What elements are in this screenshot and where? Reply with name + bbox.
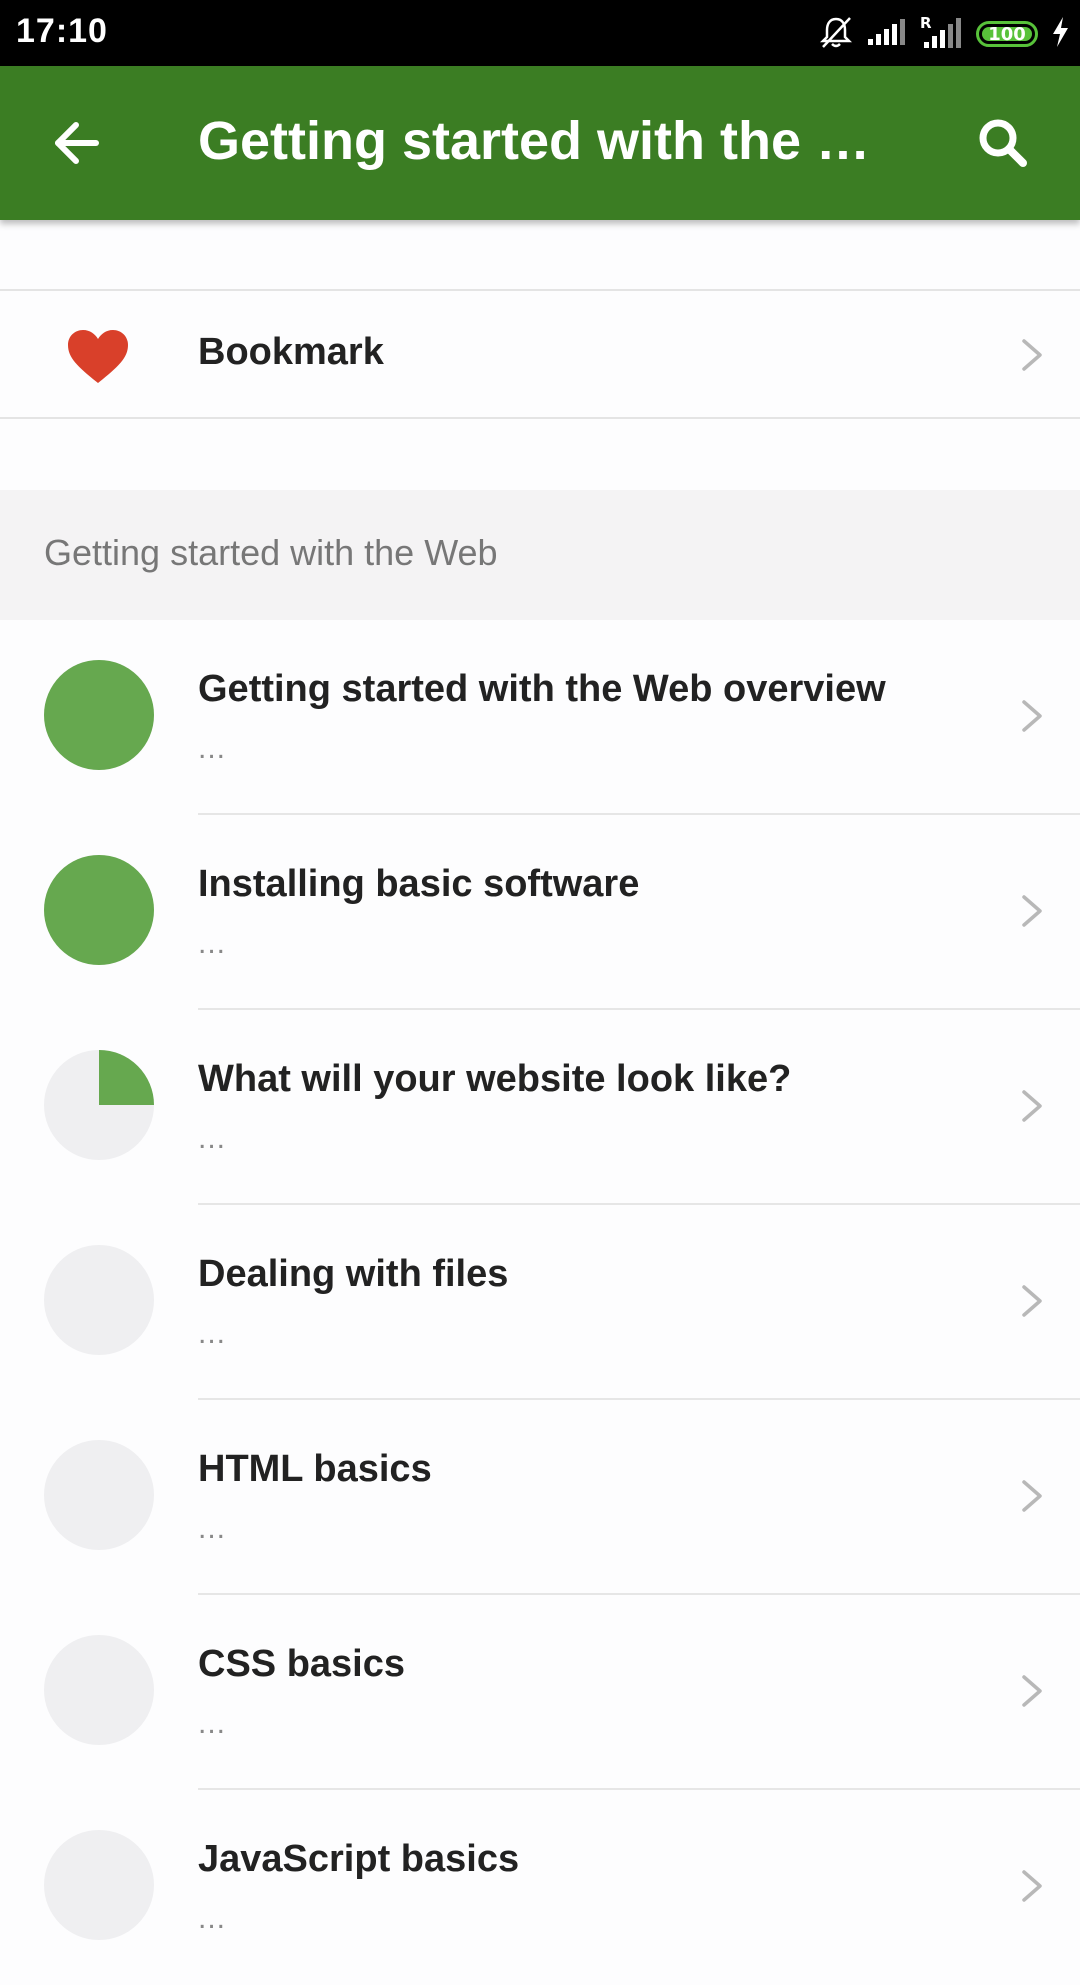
lesson-title: Dealing with files bbox=[198, 1253, 509, 1295]
lesson-title: HTML basics bbox=[198, 1448, 432, 1490]
lesson-subtitle: ... bbox=[198, 1902, 227, 1935]
lesson-item[interactable]: JavaScript basics ... bbox=[0, 1790, 1080, 1985]
page-title: Getting started with the Web bbox=[198, 111, 878, 171]
lesson-subtitle: ... bbox=[198, 732, 227, 765]
lesson-item[interactable]: Getting started with the Web overview ..… bbox=[0, 620, 1080, 815]
chevron-right-icon bbox=[1022, 339, 1042, 371]
chevron-right-icon bbox=[1022, 1480, 1042, 1512]
status-time: 17:10 bbox=[16, 12, 108, 50]
progress-circle bbox=[44, 855, 154, 965]
bookmark-row[interactable]: Bookmark bbox=[0, 289, 1080, 419]
progress-track bbox=[44, 1440, 154, 1550]
svg-text:R: R bbox=[920, 14, 932, 32]
app-bar: Getting started with the Web bbox=[0, 66, 1080, 220]
lesson-title: Installing basic software bbox=[198, 863, 640, 905]
lesson-subtitle: ... bbox=[198, 1707, 227, 1740]
progress-circle bbox=[44, 1440, 154, 1550]
progress-circle bbox=[44, 1245, 154, 1355]
progress-track bbox=[44, 1830, 154, 1940]
chevron-right-icon bbox=[1022, 700, 1042, 732]
progress-circle bbox=[44, 660, 154, 770]
lesson-item[interactable]: CSS basics ... bbox=[0, 1595, 1080, 1790]
back-button[interactable] bbox=[40, 106, 114, 180]
charging-icon bbox=[1050, 16, 1070, 53]
section-header: Getting started with the Web bbox=[0, 490, 1080, 620]
chevron-right-icon bbox=[1022, 1870, 1042, 1902]
bell-muted-icon bbox=[818, 14, 854, 55]
progress-track bbox=[44, 1635, 154, 1745]
lesson-title: What will your website look like? bbox=[198, 1058, 792, 1100]
signal-icon bbox=[866, 17, 908, 52]
progress-circle bbox=[44, 1635, 154, 1745]
chevron-right-icon bbox=[1022, 895, 1042, 927]
chevron-right-icon bbox=[1022, 1285, 1042, 1317]
chevron-right-icon bbox=[1022, 1090, 1042, 1122]
lesson-title: Getting started with the Web overview bbox=[198, 668, 886, 710]
lesson-item[interactable]: What will your website look like? ... bbox=[0, 1010, 1080, 1205]
search-button[interactable] bbox=[966, 106, 1040, 180]
bookmark-label: Bookmark bbox=[198, 331, 384, 373]
battery-level: 100 bbox=[988, 23, 1026, 45]
progress-fill bbox=[44, 855, 154, 965]
lesson-subtitle: ... bbox=[198, 1317, 227, 1350]
lesson-list: Getting started with the Web overview ..… bbox=[0, 620, 1080, 1985]
lesson-title: JavaScript basics bbox=[198, 1838, 520, 1880]
progress-circle bbox=[44, 1830, 154, 1940]
arrow-left-icon bbox=[55, 122, 99, 164]
roaming-signal-icon: R bbox=[920, 14, 964, 55]
lesson-title: CSS basics bbox=[198, 1643, 405, 1685]
chevron-right-icon bbox=[1022, 1675, 1042, 1707]
heart-icon bbox=[68, 330, 128, 383]
lesson-item[interactable]: Installing basic software ... bbox=[0, 815, 1080, 1010]
lesson-subtitle: ... bbox=[198, 1122, 227, 1155]
status-icons: R 100 bbox=[818, 14, 1070, 54]
progress-fill bbox=[44, 660, 154, 770]
section-header-label: Getting started with the Web bbox=[44, 532, 498, 573]
progress-track bbox=[44, 1245, 154, 1355]
lesson-item[interactable]: HTML basics ... bbox=[0, 1400, 1080, 1595]
lesson-subtitle: ... bbox=[198, 1512, 227, 1545]
lesson-subtitle: ... bbox=[198, 927, 227, 960]
progress-circle bbox=[44, 1050, 154, 1160]
lesson-item[interactable]: Dealing with files ... bbox=[0, 1205, 1080, 1400]
battery-icon: 100 bbox=[976, 21, 1038, 47]
search-icon bbox=[979, 119, 1027, 167]
progress-fill bbox=[99, 1050, 154, 1105]
status-bar: 17:10 R 100 bbox=[0, 0, 1080, 66]
